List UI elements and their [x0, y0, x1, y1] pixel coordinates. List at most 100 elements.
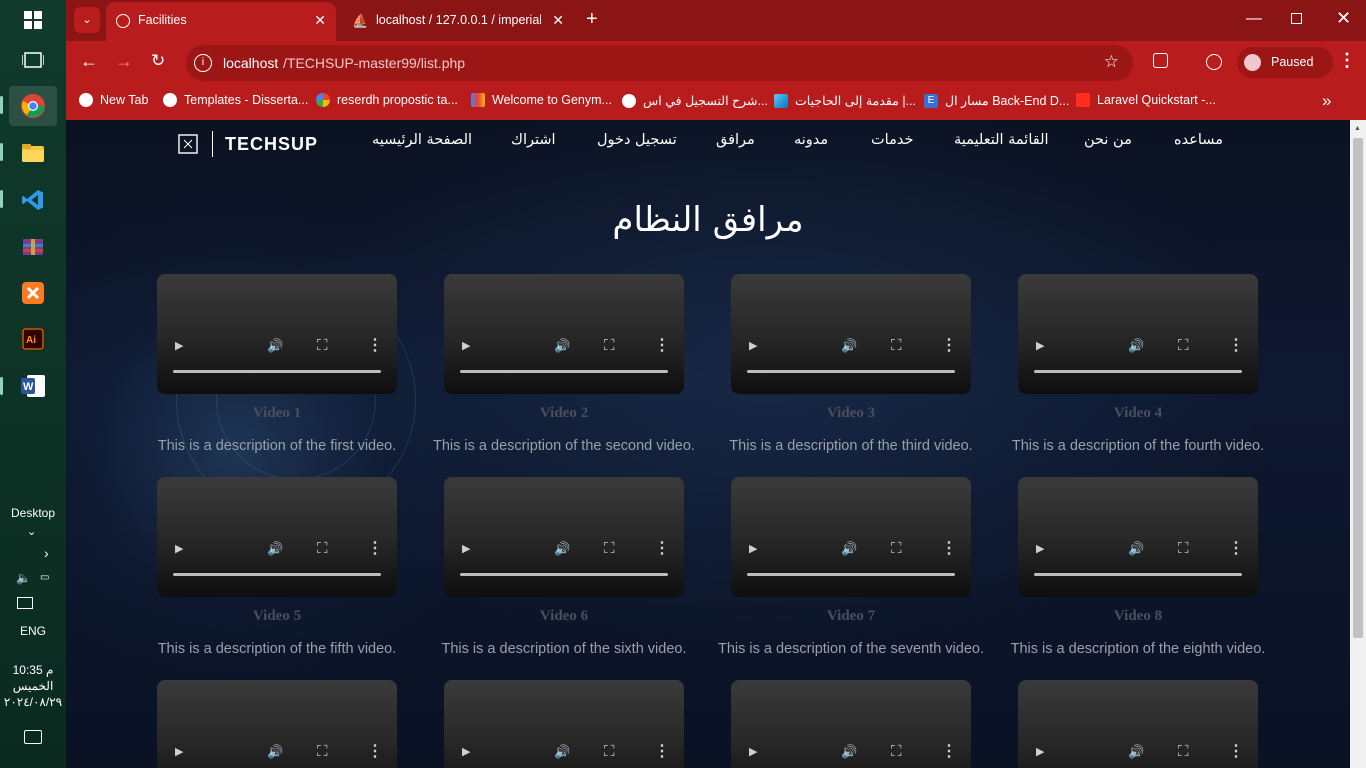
play-icon[interactable]: ▶	[1036, 338, 1044, 354]
nav-help[interactable]: مساعده	[1174, 132, 1223, 148]
volume-icon[interactable]: 🔊	[841, 744, 857, 760]
fullscreen-icon[interactable]: ⛶	[1178, 744, 1189, 760]
volume-icon[interactable]: 🔊	[1128, 338, 1144, 354]
bookmark-star-icon[interactable]: ☆	[1104, 52, 1119, 72]
play-icon[interactable]: ▶	[462, 541, 470, 557]
more-options-icon[interactable]: ⋮	[941, 744, 957, 760]
close-window-icon[interactable]: ✕	[1336, 8, 1351, 29]
video-player[interactable]: ▶ 🔊 ⛶ ⋮	[731, 680, 971, 768]
video-player[interactable]: ▶ 🔊 ⛶ ⋮	[731, 274, 971, 394]
fullscreen-icon[interactable]: ⛶	[604, 744, 615, 760]
volume-icon[interactable]: 🔈	[16, 571, 31, 585]
fullscreen-icon[interactable]: ⛶	[317, 541, 328, 557]
play-icon[interactable]: ▶	[1036, 541, 1044, 557]
winrar-button[interactable]	[9, 227, 57, 267]
more-options-icon[interactable]: ⋮	[654, 541, 670, 557]
chevron-right-icon[interactable]: ›	[44, 545, 49, 561]
play-icon[interactable]: ▶	[749, 744, 757, 760]
language-indicator[interactable]: ENG	[0, 624, 66, 638]
volume-icon[interactable]: 🔊	[267, 744, 283, 760]
volume-icon[interactable]: 🔊	[841, 338, 857, 354]
more-options-icon[interactable]: ⋮	[367, 744, 383, 760]
vscode-button[interactable]	[9, 180, 57, 220]
battery-icon[interactable]: ▭	[40, 572, 49, 583]
new-tab-icon[interactable]: +	[586, 9, 598, 29]
video-progress-bar[interactable]	[747, 573, 955, 576]
video-player[interactable]: ▶ 🔊 ⛶ ⋮	[157, 274, 397, 394]
volume-icon[interactable]: 🔊	[841, 541, 857, 557]
bookmark-reserdh[interactable]: reserdh propostic ta...	[316, 93, 458, 107]
more-options-icon[interactable]: ⋮	[367, 338, 383, 354]
video-progress-bar[interactable]	[1034, 573, 1242, 576]
reload-icon[interactable]: ↻	[151, 51, 165, 71]
performance-icon[interactable]	[1206, 54, 1222, 70]
play-icon[interactable]: ▶	[749, 541, 757, 557]
tab-phpmyadmin[interactable]: ⛵ localhost / 127.0.0.1 / imperial_ ✕	[342, 2, 574, 41]
word-button[interactable]: W	[9, 366, 57, 406]
profile-button[interactable]: Paused	[1237, 47, 1333, 78]
back-icon[interactable]: ←	[80, 51, 98, 72]
nav-subscribe[interactable]: اشتراك	[511, 132, 556, 148]
play-icon[interactable]: ▶	[462, 338, 470, 354]
close-tab-icon[interactable]: ✕	[314, 12, 326, 29]
volume-icon[interactable]: 🔊	[1128, 744, 1144, 760]
forward-icon[interactable]: →	[115, 51, 133, 72]
clock[interactable]: 10:35 م الخميس ٢٠٢٤/٠٨/٢٩	[0, 662, 66, 710]
video-progress-bar[interactable]	[173, 573, 381, 576]
play-icon[interactable]: ▶	[462, 744, 470, 760]
volume-icon[interactable]: 🔊	[267, 338, 283, 354]
video-player[interactable]: ▶ 🔊 ⛶ ⋮	[444, 274, 684, 394]
illustrator-button[interactable]: Ai	[9, 319, 57, 359]
start-button[interactable]	[9, 0, 57, 40]
desktop-label[interactable]: Desktop	[0, 506, 66, 520]
fullscreen-icon[interactable]: ⛶	[604, 338, 615, 354]
fullscreen-icon[interactable]: ⛶	[317, 744, 328, 760]
bookmark-backend[interactable]: E مسار ال Back-End D...	[924, 93, 1069, 108]
bookmark-laravel[interactable]: Laravel Quickstart -...	[1076, 93, 1216, 107]
bookmark-templates[interactable]: Templates - Disserta...	[163, 93, 308, 107]
page-scrollbar[interactable]: ▲	[1350, 120, 1366, 768]
volume-icon[interactable]: 🔊	[267, 541, 283, 557]
more-bookmarks-icon[interactable]: »	[1322, 91, 1331, 111]
more-options-icon[interactable]: ⋮	[1228, 338, 1244, 354]
restore-icon[interactable]	[1291, 13, 1302, 24]
more-options-icon[interactable]: ⋮	[1228, 541, 1244, 557]
nav-blog[interactable]: مدونه	[794, 132, 828, 148]
bookmark-widgets[interactable]: مقدمة إلى الحاجيات |...	[774, 93, 916, 108]
video-player[interactable]: ▶ 🔊 ⛶ ⋮	[157, 680, 397, 768]
video-player[interactable]: ▶ 🔊 ⛶ ⋮	[731, 477, 971, 597]
video-progress-bar[interactable]	[747, 370, 955, 373]
play-icon[interactable]: ▶	[175, 744, 183, 760]
fullscreen-icon[interactable]: ⛶	[604, 541, 615, 557]
bookmark-new-tab[interactable]: New Tab	[79, 93, 148, 107]
video-player[interactable]: ▶ 🔊 ⛶ ⋮	[1018, 477, 1258, 597]
play-icon[interactable]: ▶	[1036, 744, 1044, 760]
more-options-icon[interactable]: ⋮	[654, 744, 670, 760]
site-logo[interactable]: TECHSUP	[178, 131, 318, 157]
minimize-icon[interactable]: —	[1246, 10, 1262, 28]
notifications-icon[interactable]	[24, 730, 42, 744]
fullscreen-icon[interactable]: ⛶	[891, 744, 902, 760]
fullscreen-icon[interactable]: ⛶	[317, 338, 328, 354]
nav-home[interactable]: الصفحة الرئيسيه	[372, 132, 472, 148]
video-player[interactable]: ▶ 🔊 ⛶ ⋮	[1018, 274, 1258, 394]
more-options-icon[interactable]: ⋮	[1228, 744, 1244, 760]
video-progress-bar[interactable]	[1034, 370, 1242, 373]
extensions-icon[interactable]	[1153, 53, 1168, 68]
nav-facilities[interactable]: مرافق	[716, 132, 755, 148]
video-player[interactable]: ▶ 🔊 ⛶ ⋮	[157, 477, 397, 597]
chrome-taskbar-button[interactable]	[9, 86, 57, 126]
fullscreen-icon[interactable]: ⛶	[891, 541, 902, 557]
fullscreen-icon[interactable]: ⛶	[1178, 338, 1189, 354]
chevron-down-icon[interactable]: ⌄	[27, 525, 36, 538]
tab-facilities[interactable]: Facilities ✕	[106, 2, 336, 41]
more-options-icon[interactable]: ⋮	[654, 338, 670, 354]
more-options-icon[interactable]: ⋮	[941, 541, 957, 557]
video-player[interactable]: ▶ 🔊 ⛶ ⋮	[1018, 680, 1258, 768]
menu-icon[interactable]: ⋮	[1338, 50, 1356, 71]
video-progress-bar[interactable]	[460, 573, 668, 576]
video-player[interactable]: ▶ 🔊 ⛶ ⋮	[444, 477, 684, 597]
video-progress-bar[interactable]	[460, 370, 668, 373]
site-info-icon[interactable]: i	[194, 54, 212, 72]
more-options-icon[interactable]: ⋮	[941, 338, 957, 354]
